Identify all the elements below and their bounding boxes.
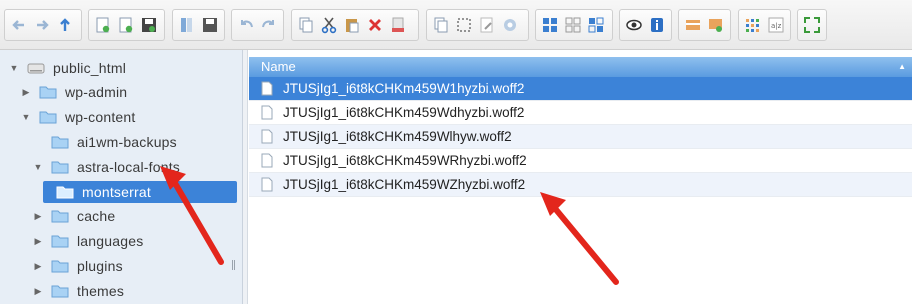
annotation-arrow-right [540,192,619,285]
annotation-overlay [160,166,619,285]
annotation-arrow-left [160,166,224,265]
